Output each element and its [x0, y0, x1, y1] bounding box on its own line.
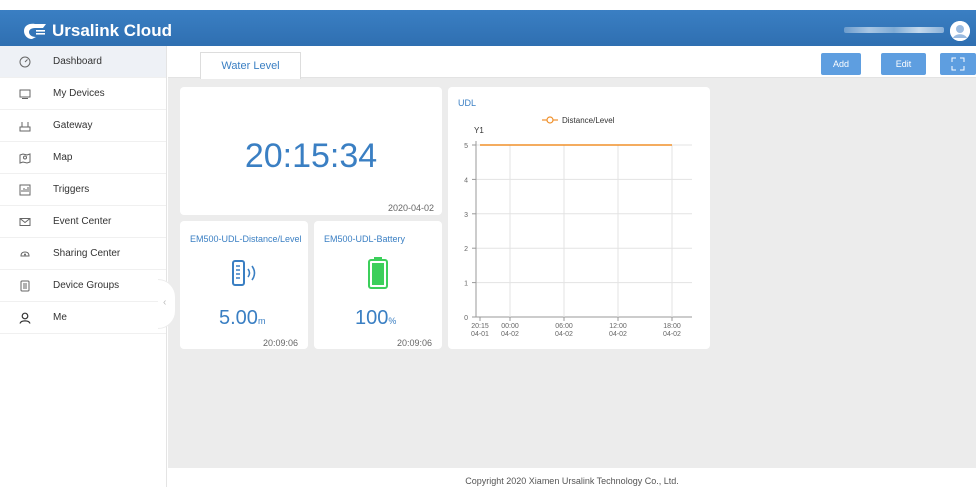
- sidebar-item-gateway[interactable]: Gateway: [0, 110, 166, 142]
- x-tick-label: 06:00: [555, 323, 573, 330]
- x-tick-label: 00:00: [501, 323, 519, 330]
- x-tick-label: 20:15: [471, 323, 489, 330]
- battery-value: 100%: [355, 307, 397, 329]
- main-content: Water Level Add Edit 20:15:34 2020-04-02…: [168, 46, 976, 487]
- y-tick-label: 0: [464, 315, 468, 322]
- group-icon: [20, 280, 30, 292]
- widget-time: 20:09:06: [396, 338, 432, 348]
- map-icon: [19, 153, 31, 164]
- sidebar-item-device-groups[interactable]: Device Groups: [0, 270, 166, 302]
- trigger-icon: [19, 184, 31, 196]
- chart-legend[interactable]: Distance/Level: [542, 116, 615, 125]
- x-tick-label: 12:00: [609, 323, 627, 330]
- widget-time: 20:09:06: [262, 338, 298, 348]
- avatar[interactable]: [950, 21, 970, 41]
- add-button[interactable]: Add: [821, 53, 861, 75]
- sidebar-item-label: Triggers: [53, 184, 90, 195]
- sidebar-item-dashboard[interactable]: Dashboard: [0, 46, 166, 78]
- envelope-icon: [19, 218, 31, 226]
- sidebar-item-sharing-center[interactable]: Sharing Center: [0, 238, 166, 270]
- battery-widget[interactable]: EM500-UDL-Battery 100% 20:09:06: [314, 221, 442, 349]
- distance-widget[interactable]: EM500-UDL-Distance/Level 5.00m 20:09:06: [180, 221, 308, 349]
- legend-label: Distance/Level: [562, 116, 615, 125]
- clock-widget: 20:15:34 2020-04-02: [180, 87, 442, 215]
- app-name: Ursalink Cloud: [52, 21, 172, 40]
- sidebar-item-label: Sharing Center: [53, 248, 121, 259]
- y-axis-label: Y1: [474, 126, 484, 135]
- ursalink-logo-icon: [24, 23, 46, 39]
- x-tick-label: 04-02: [663, 331, 681, 338]
- sidebar-item-me[interactable]: Me: [0, 302, 166, 334]
- share-icon: [20, 251, 30, 257]
- y-axis-ticks: 0 1 2 3 4 5: [464, 143, 476, 322]
- y-tick-label: 4: [464, 177, 468, 184]
- sidebar-item-label: Gateway: [53, 120, 93, 131]
- clock-date: 2020-04-02: [387, 203, 434, 213]
- x-tick-label: 04-02: [609, 331, 627, 338]
- y-tick-label: 2: [464, 246, 468, 253]
- user-name[interactable]: [844, 27, 944, 33]
- udl-line-chart: Distance/Level Y1 0 1 2 3 4 5 20:1504-01 00:00…: [464, 116, 692, 338]
- sidebar-item-my-devices[interactable]: My Devices: [0, 78, 166, 110]
- fullscreen-icon: [951, 57, 965, 71]
- top-bar: Ursalink Cloud: [0, 0, 976, 46]
- edit-button[interactable]: Edit: [881, 53, 926, 75]
- widget-title: EM500-UDL-Battery: [324, 234, 406, 244]
- x-axis-ticks: 20:1504-0100:0004-0206:0004-0212:0004-02…: [471, 317, 681, 338]
- tab-bar: Water Level Add Edit: [168, 46, 976, 79]
- user-avatar-icon: [950, 21, 970, 41]
- widget-title: EM500-UDL-Distance/Level: [190, 234, 302, 244]
- distance-sensor-icon: [232, 260, 256, 286]
- sidebar-item-event-center[interactable]: Event Center: [0, 206, 166, 238]
- sidebar-item-label: Device Groups: [53, 280, 120, 291]
- sidebar-item-label: Event Center: [53, 216, 112, 227]
- x-tick-label: 04-01: [471, 331, 489, 338]
- fullscreen-button[interactable]: [940, 53, 976, 75]
- sidebar-item-map[interactable]: Map: [0, 142, 166, 174]
- battery-icon: [368, 257, 388, 289]
- copyright-text: Copyright 2020 Xiamen Ursalink Technolog…: [465, 476, 679, 486]
- y-tick-label: 5: [464, 143, 468, 150]
- udl-chart-widget[interactable]: UDL Distance/Level Y1 012345 20:15 04-01 0…: [448, 87, 710, 349]
- dashboard-icon: [19, 56, 31, 68]
- user-icon: [19, 312, 31, 324]
- gateway-icon: [19, 122, 31, 132]
- app-logo[interactable]: Ursalink Cloud: [22, 21, 172, 41]
- distance-value: 5.00m: [219, 307, 266, 329]
- sidebar-item-label: Me: [53, 312, 67, 323]
- device-icon: [19, 89, 31, 99]
- sidebar-item-label: Dashboard: [53, 56, 102, 67]
- sidebar-item-label: My Devices: [53, 88, 105, 99]
- chevron-left-icon: ‹: [163, 297, 167, 308]
- x-tick-label: 04-02: [501, 331, 519, 338]
- chart-grid: [475, 141, 692, 318]
- sidebar-item-label: Map: [53, 152, 73, 163]
- sidebar-item-triggers[interactable]: Triggers: [0, 174, 166, 206]
- tab-water-level[interactable]: Water Level: [200, 52, 301, 79]
- clock-time: 20:15:34: [244, 137, 378, 175]
- sidebar: Dashboard My Devices Gateway Map Trigger…: [0, 46, 167, 487]
- y-tick-label: 3: [464, 212, 468, 219]
- y-tick-label: 1: [464, 281, 468, 288]
- x-tick-label: 04-02: [555, 331, 573, 338]
- x-tick-label: 18:00: [663, 323, 681, 330]
